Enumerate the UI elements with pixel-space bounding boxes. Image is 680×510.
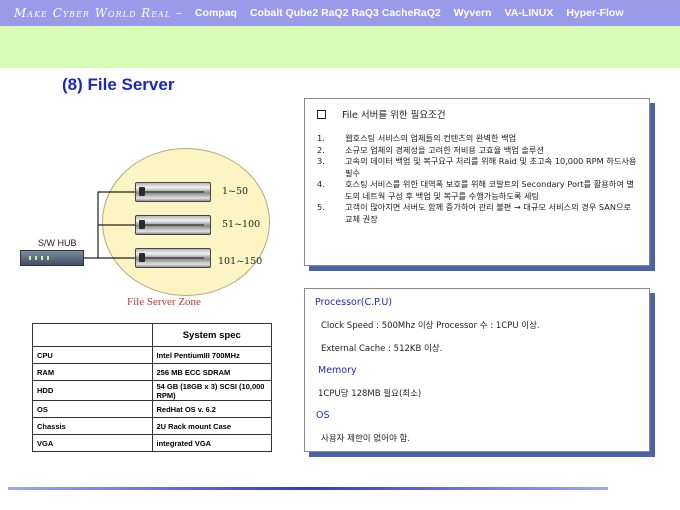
checkbox-icon [317, 109, 326, 119]
spec-key: HDD [32, 380, 153, 402]
list-item-number: 5. [317, 202, 325, 212]
table-row: RAM 256 MB ECC SDRAM [32, 363, 272, 382]
list-item-number: 1. [317, 133, 325, 143]
spec-key: OS [32, 400, 153, 419]
requirements-title: File 서버를 위한 필요조건 [342, 110, 446, 121]
spec-header-blank [32, 322, 153, 348]
list-item-text: 고속의 데이터 백업 및 복구요구 처리를 위해 Raid 및 초고속 10,0… [345, 156, 637, 178]
server-icon [135, 182, 211, 202]
spec-value: 256 MB ECC SDRAM [151, 363, 272, 382]
list-item: 5. 고객이 많아지면 서버도 함께 증가하여 관리 불편 → 대규모 서비스의… [317, 202, 637, 225]
list-item: 4. 호스팅 서비스를 위한 대역폭 보호를 위해 코발트의 Secondary… [317, 179, 637, 202]
list-item-number: 3. [317, 156, 325, 166]
list-item-text: 고객이 많아지면 서버도 함께 증가하여 관리 불편 → 대규모 서비스의 경우… [345, 202, 632, 224]
requirements-list: 1. 웹호스팅 서비스의 업체들의 컨텐츠의 완벽한 백업 2. 소규모 업체의… [317, 133, 637, 225]
list-item-number: 4. [317, 179, 325, 189]
bottom-divider [8, 487, 608, 490]
processor-line: Clock Speed : 500Mhz 이상 Processor 수 : 1C… [321, 321, 540, 331]
list-item: 1. 웹호스팅 서비스의 업체들의 컨텐츠의 완벽한 백업 [317, 133, 637, 145]
spec-value: 54 GB (18GB x 3) SCSI (10,000 RPM) [151, 380, 272, 402]
list-item: 2. 소규모 업체의 경제성을 고려한 저비용 고효율 백업 솔루션 [317, 145, 637, 157]
file-server-zone-label: File Server Zone [127, 296, 201, 308]
spec-value: integrated VGA [151, 434, 272, 452]
spec-value: 2U Rack mount Case [151, 417, 272, 436]
list-item-text: 소규모 업체의 경제성을 고려한 저비용 고효율 백업 솔루션 [345, 144, 544, 155]
spec-table-header: System spec [32, 322, 272, 348]
server-icon [135, 248, 211, 268]
table-row: HDD 54 GB (18GB x 3) SCSI (10,000 RPM) [32, 380, 272, 402]
memory-heading: Memory [318, 365, 357, 376]
server-range-label: 101~150 [218, 256, 263, 267]
spec-key: Chassis [32, 417, 153, 436]
spec-key: CPU [32, 346, 153, 365]
system-spec-table: System spec CPU Intel PentiumIII 700MHz … [32, 322, 272, 452]
switch-hub-label: S/W HUB [38, 238, 77, 248]
spec-key: RAM [32, 363, 153, 382]
spec-value: Intel PentiumIII 700MHz [151, 346, 272, 365]
requirements-header: File 서버를 위한 필요조건 [317, 107, 637, 121]
table-row: CPU Intel PentiumIII 700MHz [32, 346, 272, 365]
spec-value: RedHat OS v. 6.2 [151, 400, 272, 419]
spec-table-title: System spec [151, 322, 272, 348]
spec-key: VGA [32, 434, 153, 452]
list-item-number: 2. [317, 144, 325, 155]
list-item-text: 웹호스팅 서비스의 업체들의 컨텐츠의 완벽한 백업 [345, 133, 517, 143]
server-requirements-panel: Processor(C.P.U) Clock Speed : 500Mhz 이상… [304, 288, 650, 452]
server-range-label: 51~100 [222, 219, 261, 230]
list-item: 3. 고속의 데이터 백업 및 복구요구 처리를 위해 Raid 및 초고속 1… [317, 156, 637, 179]
server-range-label: 1~50 [222, 186, 249, 197]
table-row: Chassis 2U Rack mount Case [32, 417, 272, 436]
processor-heading: Processor(C.P.U) [315, 297, 393, 308]
network-hub-icon [20, 250, 84, 266]
table-row: VGA integrated VGA [32, 434, 272, 452]
server-icon [135, 215, 211, 235]
memory-line: 1CPU당 128MB 필요(최소) [318, 389, 422, 399]
list-item-text: 호스팅 서비스를 위한 대역폭 보호를 위해 코발트의 Secondary Po… [345, 179, 634, 201]
table-row: OS RedHat OS v. 6.2 [32, 400, 272, 419]
os-line: 사용자 제한이 없어야 함. [321, 434, 411, 444]
os-heading: OS [316, 410, 330, 421]
cache-line: External Cache : 512KB 이상. [321, 344, 443, 354]
requirements-panel: File 서버를 위한 필요조건 1. 웹호스팅 서비스의 업체들의 컨텐츠의 … [304, 98, 650, 266]
